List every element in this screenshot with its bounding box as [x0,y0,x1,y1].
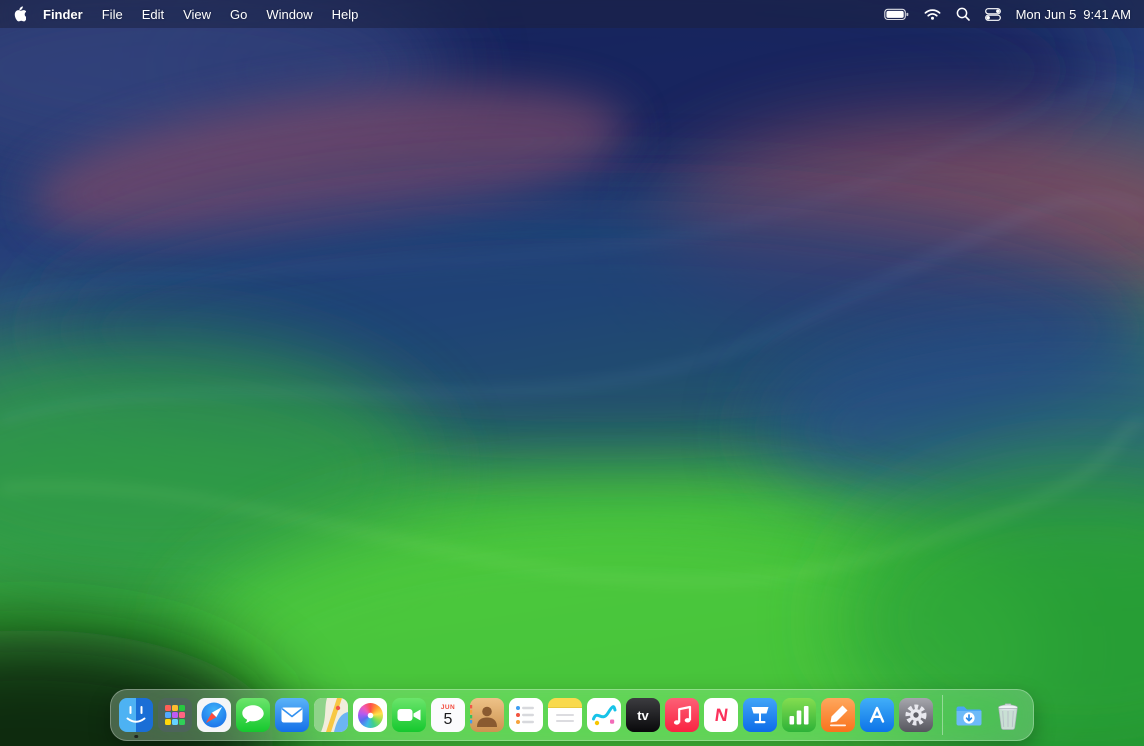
freeform-squiggle-icon [587,698,621,732]
dock-item-app-store[interactable] [860,698,894,732]
dock-item-pages[interactable] [821,698,855,732]
photos-pinwheel-icon [358,703,383,728]
app-store-a-icon [860,698,894,732]
gear-icon [899,698,933,732]
battery-icon[interactable] [884,8,909,21]
podium-icon [743,698,777,732]
dock-item-numbers[interactable] [782,698,816,732]
menu-item-help[interactable]: Help [332,7,359,22]
video-camera-icon [392,698,426,732]
clock-time: 9:41 AM [1083,7,1131,22]
speech-bubble-icon [236,698,270,732]
dock-item-keynote[interactable] [743,698,777,732]
menu-item-window[interactable]: Window [266,7,312,22]
status-area: Mon Jun 5 9:41 AM [884,7,1131,22]
launchpad-grid-icon [158,698,192,732]
music-note-icon [665,698,699,732]
dock-item-freeform[interactable] [587,698,621,732]
envelope-icon [275,698,309,732]
apple-menu[interactable] [13,6,26,22]
menu-item-go[interactable]: Go [230,7,247,22]
calendar-day-label: 5 [444,711,453,729]
dock-item-trash[interactable] [991,698,1025,732]
menu-item-view[interactable]: View [183,7,211,22]
dock-item-contacts[interactable] [470,698,504,732]
dock-item-launchpad[interactable] [158,698,192,732]
spotlight-search-icon[interactable] [956,7,970,21]
menu-bar: Finder File Edit View Go Window Help [0,0,1144,28]
wifi-icon[interactable] [924,8,941,20]
notepad-icon [548,698,582,732]
menu-item-finder[interactable]: Finder [43,7,83,22]
dock-item-system-settings[interactable] [899,698,933,732]
dock-item-maps[interactable] [314,698,348,732]
dock-item-notes[interactable] [548,698,582,732]
dock: JUN 5 tv [110,689,1034,741]
person-silhouette-icon [470,698,504,732]
tv-logo-label: tv [637,709,649,722]
dock-item-mail[interactable] [275,698,309,732]
dock-item-messages[interactable] [236,698,270,732]
menu-item-edit[interactable]: Edit [142,7,164,22]
desktop-wallpaper[interactable] [0,0,1144,746]
dock-item-music[interactable] [665,698,699,732]
safari-compass-icon [197,698,231,732]
menu-item-file[interactable]: File [102,7,123,22]
checklist-icon [509,698,543,732]
bar-chart-icon [782,698,816,732]
map-icon [314,698,348,732]
pen-icon [821,698,855,732]
dock-item-tv[interactable]: tv [626,698,660,732]
dock-item-facetime[interactable] [392,698,426,732]
news-logo-label: N [713,706,729,724]
clock-date: Mon Jun 5 [1016,7,1077,22]
dock-separator [942,695,943,735]
downloads-folder-icon [952,698,986,732]
running-indicator [134,735,138,739]
menu-bar-clock[interactable]: Mon Jun 5 9:41 AM [1016,7,1131,22]
control-center-icon[interactable] [985,8,1001,21]
trash-can-icon [991,698,1025,732]
dock-item-calendar[interactable]: JUN 5 [431,698,465,732]
dock-item-safari[interactable] [197,698,231,732]
apple-logo-icon [13,6,26,22]
dock-item-finder[interactable] [119,698,153,732]
dock-item-downloads[interactable] [952,698,986,732]
app-menus: Finder File Edit View Go Window Help [43,7,358,22]
dock-item-reminders[interactable] [509,698,543,732]
dock-item-photos[interactable] [353,698,387,732]
dock-item-news[interactable]: N [704,698,738,732]
finder-face-icon [119,698,153,732]
